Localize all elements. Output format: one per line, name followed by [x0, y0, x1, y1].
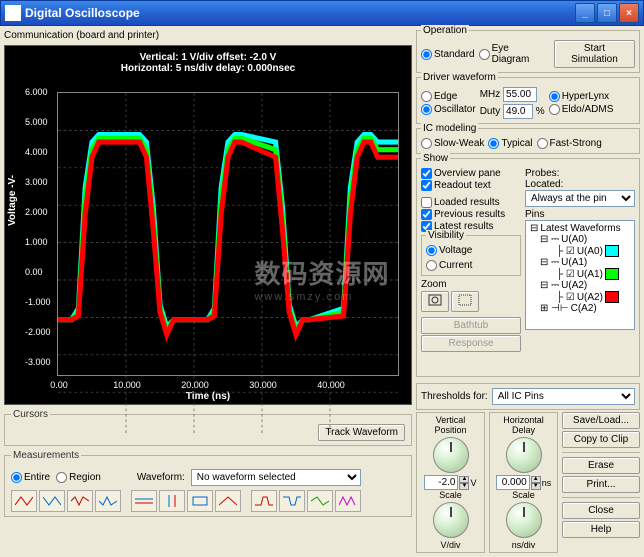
- meas-icon[interactable]: [187, 490, 213, 512]
- entire-radio[interactable]: Entire: [11, 472, 50, 483]
- window-title: Digital Oscilloscope: [25, 6, 575, 20]
- waveforms: [58, 93, 398, 433]
- minimize-button[interactable]: _: [575, 3, 595, 23]
- copy-clip-button[interactable]: Copy to Clip: [562, 431, 640, 448]
- vpos-input[interactable]: [424, 475, 458, 490]
- hyperlynx-radio[interactable]: HyperLynx: [549, 91, 614, 102]
- duty-input[interactable]: [503, 104, 533, 119]
- eldo-radio[interactable]: Eldo/ADMS: [549, 104, 614, 115]
- previous-results-check[interactable]: Previous results: [421, 209, 521, 220]
- ytick: 2.000: [25, 207, 48, 217]
- ytick: 5.000: [25, 117, 48, 127]
- pins-tree[interactable]: ⊟ Latest Waveforms ⊟ ⎓ U(A0) ├ ☑ U(A0) ⊟…: [525, 220, 635, 330]
- edge-radio[interactable]: Edge: [421, 91, 476, 102]
- ytick: 4.000: [25, 147, 48, 157]
- waveform-label: Waveform:: [137, 472, 185, 483]
- meas-icon[interactable]: [39, 490, 65, 512]
- close-button[interactable]: ×: [619, 3, 639, 23]
- waveform-select[interactable]: No waveform selected: [191, 469, 361, 486]
- measurements-legend: Measurements: [11, 450, 81, 461]
- ytick: 1.000: [25, 237, 48, 247]
- driver-waveform-group: Driver waveform Edge Oscillator MHz Duty…: [416, 77, 640, 124]
- app-icon: [5, 5, 21, 21]
- fast-strong-radio[interactable]: Fast-Strong: [537, 138, 602, 149]
- vertical-position-group: Vertical Position ▲▼ V Scale V/div: [416, 412, 485, 553]
- vertical-scale-knob[interactable]: [433, 502, 469, 538]
- meas-icon[interactable]: [215, 490, 241, 512]
- overview-check[interactable]: Overview pane: [421, 168, 521, 179]
- vpos-up[interactable]: ▲: [459, 476, 469, 483]
- zoom-fit-button[interactable]: [421, 291, 449, 312]
- ytick: 3.000: [25, 177, 48, 187]
- slow-weak-radio[interactable]: Slow-Weak: [421, 138, 484, 149]
- help-button[interactable]: Help: [562, 521, 640, 538]
- standard-radio[interactable]: Standard: [421, 49, 475, 60]
- oscilloscope-display: Vertical: 1 V/div offset: -2.0 V Horizon…: [4, 45, 412, 405]
- mhz-input[interactable]: [503, 87, 537, 102]
- show-group: Show Overview pane Readout text Loaded r…: [416, 158, 640, 377]
- vpos-down[interactable]: ▼: [459, 483, 469, 490]
- readout-check[interactable]: Readout text: [421, 180, 521, 191]
- scope-header-horizontal: Horizontal: 5 ns/div delay: 0.000nsec: [11, 63, 405, 74]
- ytick: 0.00: [25, 267, 43, 277]
- response-button: Response: [421, 335, 521, 352]
- oscillator-radio[interactable]: Oscillator: [421, 104, 476, 115]
- meas-icon[interactable]: [95, 490, 121, 512]
- start-simulation-button[interactable]: Start Simulation: [554, 40, 635, 68]
- hdelay-up[interactable]: ▲: [531, 476, 541, 483]
- horizontal-delay-group: Horizontal Delay ▲▼ ns Scale ns/div: [489, 412, 558, 553]
- loaded-results-check[interactable]: Loaded results: [421, 197, 521, 208]
- zoom-fit-icon: [428, 294, 442, 306]
- region-radio[interactable]: Region: [56, 472, 101, 483]
- print-button[interactable]: Print...: [562, 476, 640, 493]
- horizontal-knob[interactable]: [506, 437, 542, 473]
- ytick: -1.000: [25, 297, 51, 307]
- meas-icon[interactable]: [335, 490, 361, 512]
- vertical-knob[interactable]: [433, 437, 469, 473]
- located-select[interactable]: Always at the pin: [525, 190, 635, 207]
- typical-radio[interactable]: Typical: [488, 138, 532, 149]
- zoom-region-button[interactable]: [451, 291, 479, 312]
- titlebar: Digital Oscilloscope _ □ ×: [0, 0, 644, 26]
- thresholds-select[interactable]: All IC Pins: [492, 388, 635, 405]
- thresholds-group: Thresholds for: All IC Pins: [416, 383, 640, 410]
- ic-modeling-group: IC modeling Slow-Weak Typical Fast-Stron…: [416, 128, 640, 154]
- zoom-region-icon: [458, 294, 472, 306]
- eye-diagram-radio[interactable]: Eye Diagram: [479, 43, 546, 65]
- hdelay-input[interactable]: [496, 475, 530, 490]
- horizontal-scale-knob[interactable]: [506, 502, 542, 538]
- measurement-icons: [11, 490, 405, 512]
- scope-plot: [57, 92, 399, 376]
- hdelay-down[interactable]: ▼: [531, 483, 541, 490]
- meas-icon[interactable]: [131, 490, 157, 512]
- meas-icon[interactable]: [279, 490, 305, 512]
- ytick: -3.000: [25, 357, 51, 367]
- y-axis-label: Voltage -V-: [7, 175, 18, 226]
- operation-group: Operation Standard Eye Diagram Start Sim…: [416, 30, 640, 73]
- close-dialog-button[interactable]: Close: [562, 502, 640, 519]
- meas-icon[interactable]: [11, 490, 37, 512]
- voltage-radio[interactable]: Voltage: [426, 245, 472, 256]
- save-load-button[interactable]: Save/Load...: [562, 412, 640, 429]
- wave-u-a2: [58, 142, 398, 335]
- current-radio[interactable]: Current: [426, 260, 472, 271]
- measurements-group: Measurements Entire Region Waveform: No …: [4, 450, 412, 517]
- ytick: 6.000: [25, 87, 48, 97]
- maximize-button[interactable]: □: [597, 3, 617, 23]
- meas-icon[interactable]: [67, 490, 93, 512]
- meas-icon[interactable]: [159, 490, 185, 512]
- meas-icon[interactable]: [307, 490, 333, 512]
- ytick: -2.000: [25, 327, 51, 337]
- erase-button[interactable]: Erase: [562, 457, 640, 474]
- bathtub-button: Bathtub: [421, 317, 521, 334]
- meas-icon[interactable]: [251, 490, 277, 512]
- scope-header-vertical: Vertical: 1 V/div offset: -2.0 V: [11, 52, 405, 63]
- cursors-legend: Cursors: [11, 409, 50, 420]
- comm-label: Communication (board and printer): [4, 30, 159, 41]
